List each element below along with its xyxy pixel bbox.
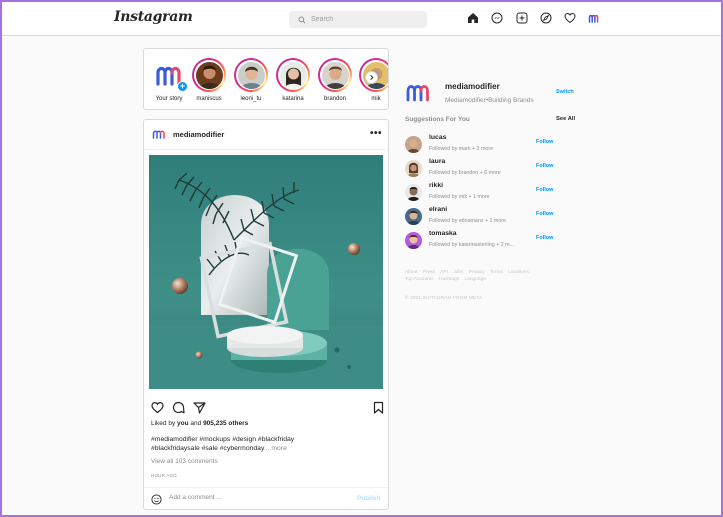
suggestion-name[interactable]: elrani [429, 206, 447, 213]
post-header: mediamodifier ••• [144, 120, 388, 150]
footer-link-jobs[interactable]: Jobs [453, 270, 463, 275]
suggestion-followed-by: Followed by mik + 1 more [429, 194, 490, 200]
likes-you: you [177, 420, 189, 427]
bookmark-icon[interactable] [372, 401, 385, 414]
suggestion-item: rikki Followed by mik + 1 more Follow [405, 182, 575, 204]
avatar[interactable] [405, 232, 422, 249]
stories-next-button[interactable] [365, 71, 378, 84]
post-actions [151, 401, 385, 415]
story-label: leoni_tu [240, 96, 262, 102]
story-katarina[interactable]: katarina [272, 58, 314, 102]
avatar [279, 61, 307, 89]
instagram-logo[interactable]: Instagram [114, 9, 193, 25]
chevron-right-icon [370, 74, 374, 81]
profile-avatar[interactable] [405, 82, 431, 102]
activity-heart-icon[interactable] [564, 12, 576, 24]
post-caption: #mediamodifier #mockups #design #blackfr… [151, 435, 321, 453]
avatar [195, 61, 223, 89]
avatar [321, 61, 349, 89]
search-bar[interactable] [289, 11, 427, 28]
caption-line: #mediamodifier #mockups #design #blackfr… [151, 436, 295, 443]
story-maniscus[interactable]: maniscus [188, 58, 230, 102]
view-all-comments-link[interactable]: View all 103 comments [151, 458, 218, 465]
more-options-button[interactable]: ••• [370, 128, 382, 139]
suggestion-item: lucas Followed by mark + 2 more Follow [405, 134, 575, 156]
explore-icon[interactable] [540, 12, 552, 24]
suggestion-followed-by: Followed by mark + 2 more [429, 146, 494, 152]
home-icon[interactable] [467, 12, 479, 24]
footer-link-privacy[interactable]: Privacy [469, 270, 485, 275]
story-label: Your story [155, 96, 183, 102]
follow-button[interactable]: Follow [536, 235, 553, 241]
suggestion-name[interactable]: tomaska [429, 230, 457, 237]
footer-link-language[interactable]: Language [465, 277, 486, 282]
search-input[interactable] [311, 16, 421, 23]
share-send-icon[interactable] [193, 401, 206, 414]
footer-link-locations[interactable]: Locations [508, 270, 529, 275]
follow-button[interactable]: Follow [536, 163, 553, 169]
like-heart-icon[interactable] [151, 401, 164, 414]
comment-input[interactable] [169, 494, 319, 501]
footer-link-api[interactable]: API [440, 270, 448, 275]
suggestion-followed-by: Followed by katarinasterling + 2 m... [429, 242, 514, 248]
publish-button[interactable]: Publish [357, 495, 380, 502]
avatar [237, 61, 265, 89]
likes-mid: and [188, 420, 204, 427]
feed-post: mediamodifier ••• Liked by you and 905,2… [143, 119, 389, 510]
comment-bar: Publish [144, 487, 388, 510]
story-label: maniscus [196, 96, 222, 102]
suggestions-title: Suggestions For You [405, 116, 470, 123]
avatar[interactable] [405, 160, 422, 177]
suggestion-followed-by: Followed by ednamanz + 1 more [429, 218, 506, 224]
footer-link-about[interactable]: About [405, 270, 418, 275]
likes-summary[interactable]: Liked by you and 905,235 others [151, 420, 248, 427]
new-post-icon[interactable] [516, 12, 528, 24]
caption-line: #blackfridaysale #sale #cybermonday [151, 445, 264, 452]
story-label: mik [371, 96, 381, 102]
add-story-plus-icon[interactable]: + [177, 81, 188, 92]
story-leoni-tu[interactable]: leoni_tu [230, 58, 272, 102]
suggestion-name[interactable]: laura [429, 158, 445, 165]
avatar[interactable] [405, 136, 422, 153]
story-label: katarina [282, 96, 304, 102]
post-timestamp: HOUR AGO [151, 473, 177, 478]
copyright: © 2021 INSTAGRAM FROM META [405, 296, 483, 301]
footer-link-hashtags[interactable]: Hashtags [439, 277, 459, 282]
avatar[interactable] [405, 208, 422, 225]
comment-icon[interactable] [172, 401, 185, 414]
emoji-icon[interactable] [151, 494, 162, 505]
likes-prefix: Liked by [151, 420, 178, 427]
footer-link-top-accounts[interactable]: Top Accounts [405, 277, 434, 282]
search-icon [298, 15, 306, 24]
story-label: brandon [323, 96, 347, 102]
footer-link-press[interactable]: Press [423, 270, 435, 275]
post-image[interactable] [149, 155, 383, 389]
follow-button[interactable]: Follow [536, 139, 553, 145]
profile-avatar-icon[interactable] [588, 12, 600, 24]
story-your-story[interactable]: + Your story [148, 58, 190, 102]
profile-username[interactable]: mediamodifier [445, 82, 500, 91]
story-brandon[interactable]: brandon [314, 58, 356, 102]
post-author-avatar[interactable] [152, 129, 166, 139]
suggestion-item: elrani Followed by ednamanz + 1 more Fol… [405, 206, 575, 228]
suggestion-name[interactable]: rikki [429, 182, 443, 189]
suggestion-followed-by: Followed by brandon + 6 more [429, 170, 501, 176]
profile-subtitle: Mediamodifier•Building Brands [445, 97, 534, 104]
stories-tray: + Your story maniscus leoni_tu katarina … [143, 48, 389, 110]
suggestion-name[interactable]: lucas [429, 134, 446, 141]
suggestion-item: laura Followed by brandon + 6 more Follo… [405, 158, 575, 180]
see-all-button[interactable]: See All [556, 116, 575, 122]
post-username[interactable]: mediamodifier [173, 130, 224, 139]
footer-links: About Press API Jobs Privacy Terms Locat… [405, 269, 545, 283]
footer-link-terms[interactable]: Terms [490, 270, 503, 275]
follow-button[interactable]: Follow [536, 187, 553, 193]
follow-button[interactable]: Follow [536, 211, 553, 217]
likes-count[interactable]: 905,235 others [203, 420, 248, 427]
suggestion-item: tomaska Followed by katarinasterling + 2… [405, 230, 575, 252]
avatar[interactable] [405, 184, 422, 201]
switch-account-button[interactable]: Switch [556, 89, 574, 95]
top-nav: Instagram [0, 0, 723, 36]
messenger-icon[interactable] [491, 12, 503, 24]
caption-more-link[interactable]: ... more [264, 445, 287, 452]
